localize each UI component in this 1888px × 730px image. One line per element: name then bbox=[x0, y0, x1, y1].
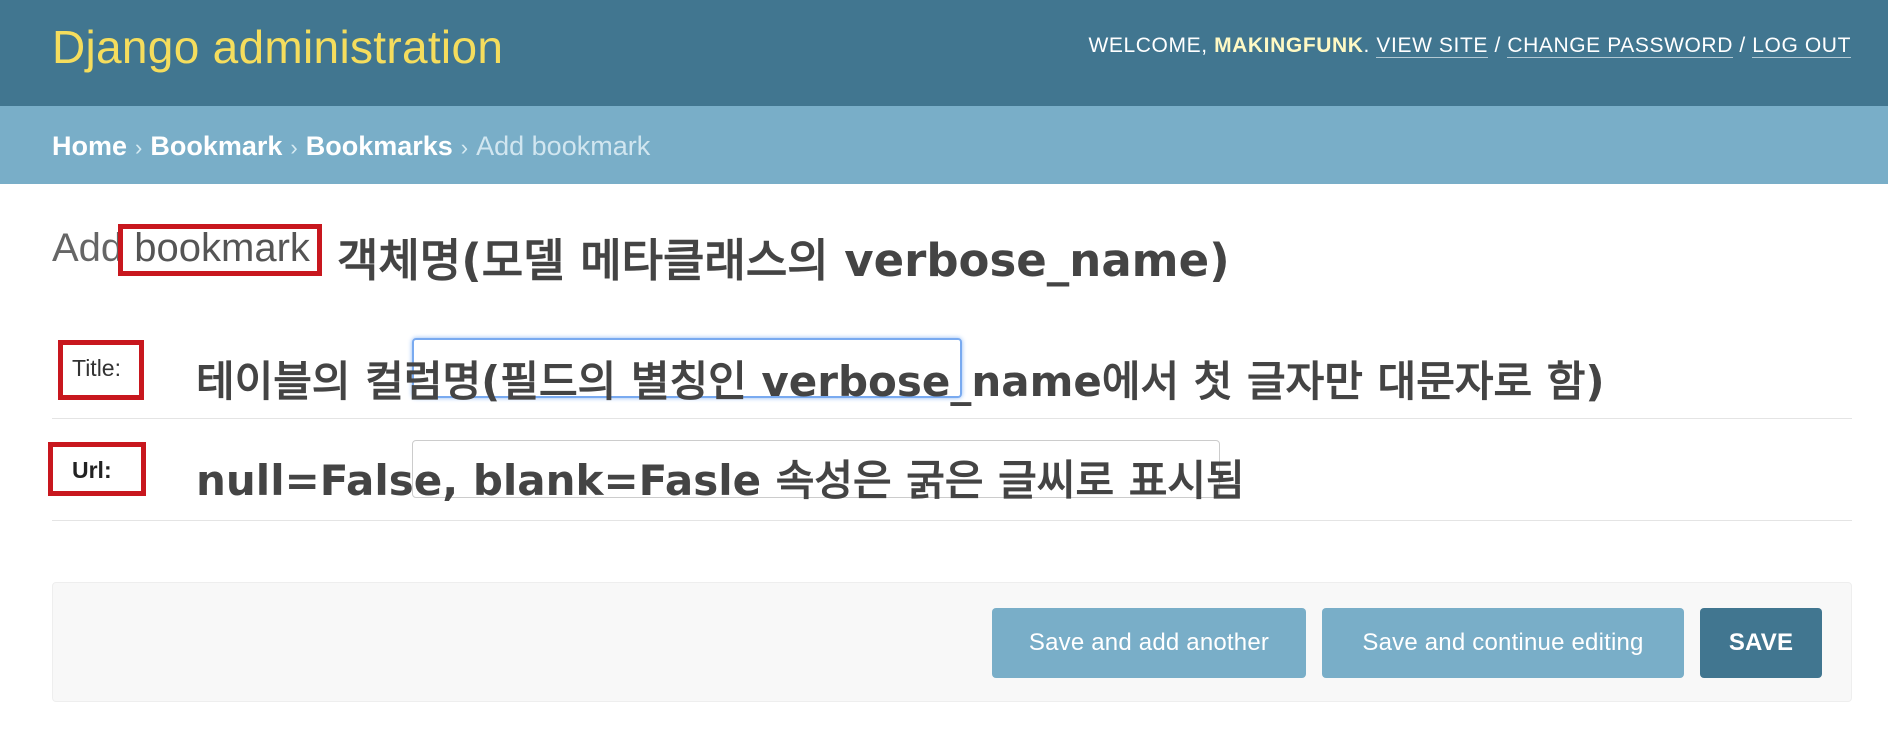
column-name-annotation: 테이블의 컬럼명(필드의 별칭인 verbose_name에서 첫 글자만 대문… bbox=[196, 357, 1605, 406]
breadcrumb-trail: Home › Bookmark › Bookmarks › Add bookmark bbox=[52, 131, 650, 162]
breadcrumb-home[interactable]: Home bbox=[52, 131, 127, 161]
title-label: Title: bbox=[72, 355, 121, 381]
breadcrumb-separator: › bbox=[460, 135, 469, 160]
url-label: Url: bbox=[72, 457, 112, 483]
user-tools-separator: / bbox=[1732, 34, 1753, 57]
breadcrumb-app[interactable]: Bookmark bbox=[150, 131, 282, 161]
breadcrumb: Home › Bookmark › Bookmarks › Add bookmark bbox=[0, 106, 1888, 184]
save-button[interactable]: SAVE bbox=[1700, 608, 1822, 678]
site-header: Django administration WELCOME, MAKINGFUN… bbox=[0, 0, 1888, 106]
form-row-divider bbox=[52, 520, 1852, 521]
save-and-continue-button[interactable]: Save and continue editing bbox=[1322, 608, 1684, 678]
form-row-divider bbox=[52, 418, 1852, 419]
required-field-annotation: null=False, blank=Fasle 속성은 굵은 글씨로 표시됨 bbox=[196, 456, 1245, 505]
object-name-highlight bbox=[118, 224, 322, 276]
username: MAKINGFUNK bbox=[1214, 34, 1364, 57]
breadcrumb-separator: › bbox=[135, 135, 143, 160]
breadcrumb-separator: › bbox=[290, 135, 298, 160]
welcome-text: WELCOME, bbox=[1088, 34, 1215, 57]
site-brand[interactable]: Django administration bbox=[52, 20, 503, 74]
user-tools: WELCOME, MAKINGFUNK. VIEW SITE / CHANGE … bbox=[1088, 34, 1851, 58]
save-and-add-another-button[interactable]: Save and add another bbox=[992, 608, 1306, 678]
breadcrumb-model[interactable]: Bookmarks bbox=[306, 131, 453, 161]
change-password-link[interactable]: CHANGE PASSWORD bbox=[1507, 34, 1733, 58]
user-tools-separator: / bbox=[1488, 34, 1508, 57]
view-site-link[interactable]: VIEW SITE bbox=[1376, 34, 1489, 58]
breadcrumb-current: Add bookmark bbox=[476, 131, 651, 161]
log-out-link[interactable]: LOG OUT bbox=[1752, 34, 1851, 58]
welcome-period: . bbox=[1363, 34, 1377, 57]
object-name-annotation: 객체명(모델 메타클래스의 verbose_name) bbox=[337, 234, 1230, 287]
